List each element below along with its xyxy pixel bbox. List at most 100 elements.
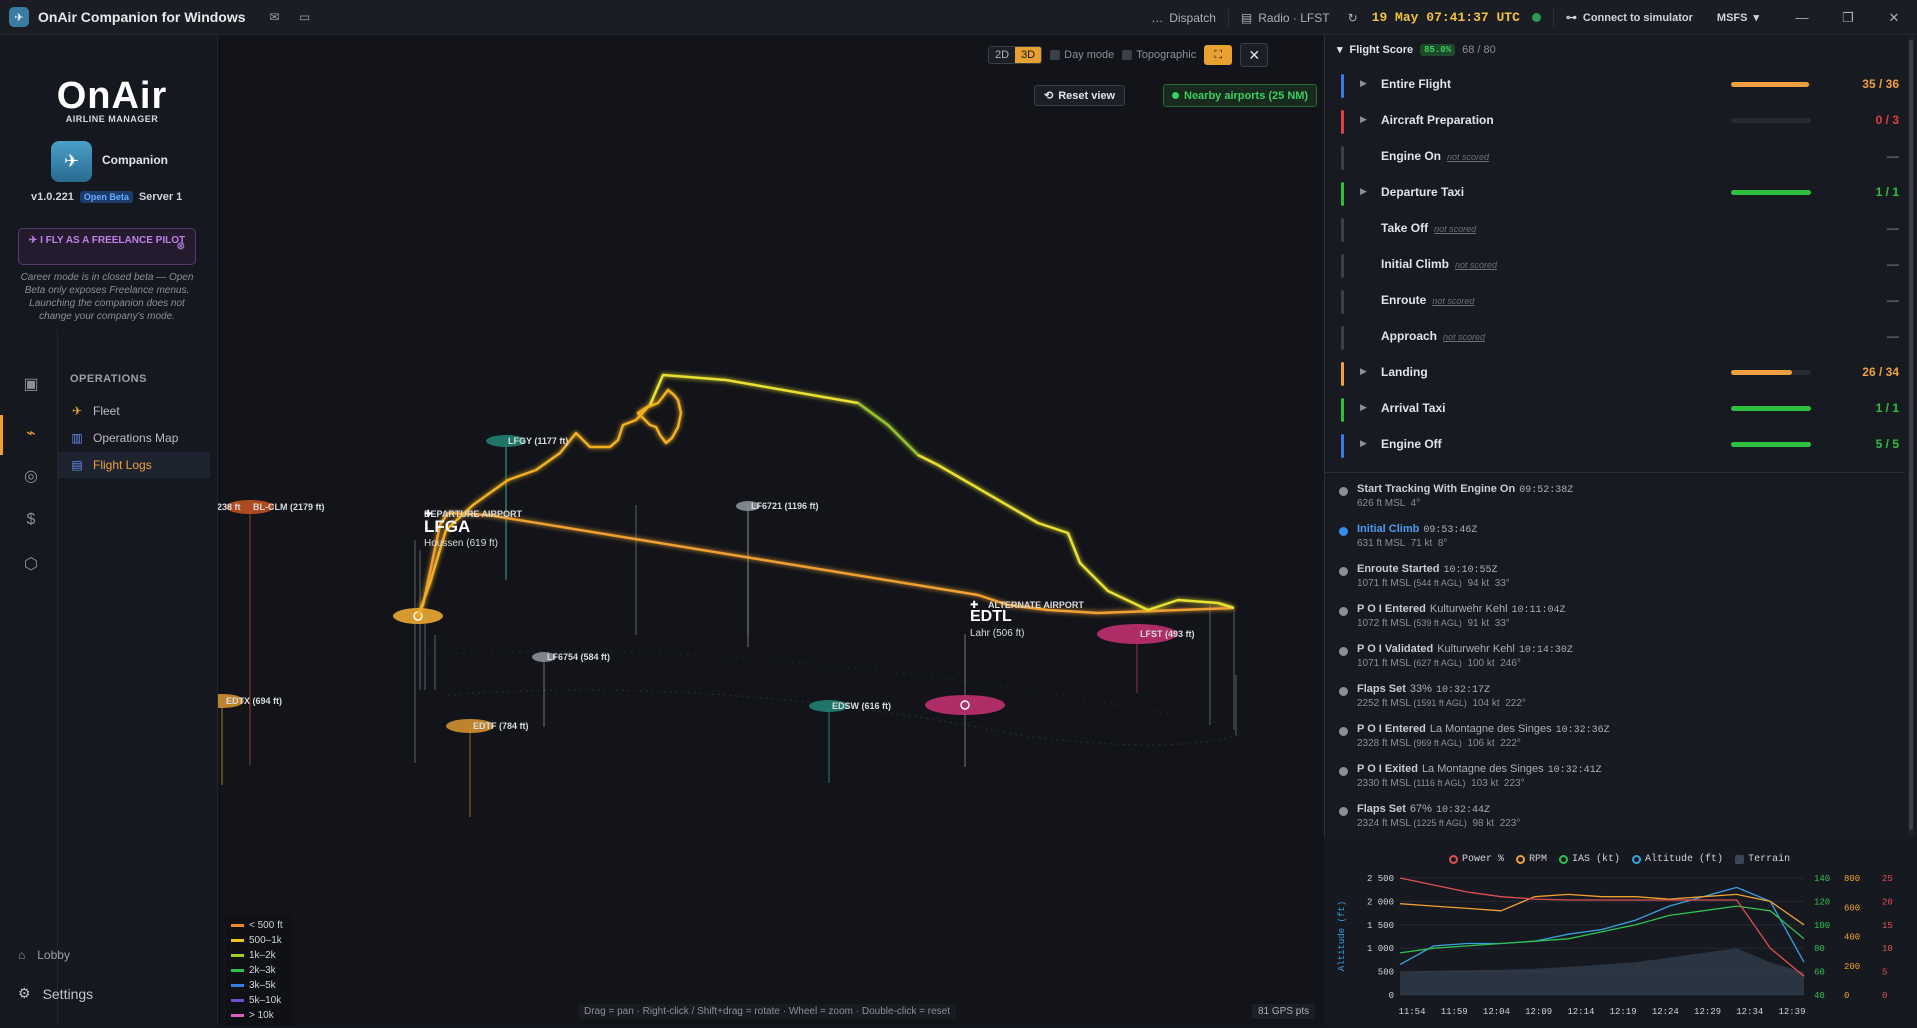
companion-icon: ✈ xyxy=(51,141,92,182)
score-value: — xyxy=(1887,257,1899,271)
event-agl: (1225 ft AGL) xyxy=(1413,818,1467,828)
refresh-icon[interactable]: ↻ xyxy=(1342,6,1364,30)
briefcase-icon[interactable]: ▣ xyxy=(20,373,42,395)
expand-icon[interactable]: ▶ xyxy=(1360,78,1367,89)
rotate-icon: ⟲ xyxy=(1044,90,1054,102)
lobby-link[interactable]: ⌂ Lobby xyxy=(18,948,70,962)
legend-item[interactable]: RPM xyxy=(1516,854,1547,865)
close-icon[interactable]: ⊗ xyxy=(177,241,185,252)
event-time: 10:32:17Z xyxy=(1435,685,1490,696)
legend-item[interactable]: Power % xyxy=(1449,854,1504,865)
freelance-button[interactable]: ✈ I FLY AS A FREELANCE PILOT ⊗ xyxy=(18,228,196,265)
topographic-checkbox[interactable]: Topographic xyxy=(1122,49,1196,61)
divider xyxy=(1325,472,1905,473)
rpm-tick-label: 200 xyxy=(1844,962,1860,972)
score-row-accent xyxy=(1341,326,1344,350)
dispatch-button[interactable]: … Dispatch xyxy=(1139,6,1228,30)
event-msl: 1071 ft MSL xyxy=(1357,658,1411,669)
simulator-select[interactable]: MSFS ▾ xyxy=(1705,6,1771,30)
airport-marker-edtl[interactable] xyxy=(925,695,1005,715)
score-row: Initial Climb not scored — xyxy=(1341,250,1899,280)
close-window-button[interactable]: ✕ xyxy=(1871,0,1917,35)
score-row[interactable]: ▶ Engine Off 5 / 5 xyxy=(1341,430,1899,460)
reset-view-button[interactable]: ⟲ Reset view xyxy=(1034,85,1126,106)
label-edtx: EDTX (694 ft) xyxy=(226,696,282,706)
legend-swatch xyxy=(1516,855,1526,864)
score-row[interactable]: ▶ Arrival Taxi 1 / 1 xyxy=(1341,394,1899,424)
legend-swatch xyxy=(1632,855,1642,864)
radio-button[interactable]: ▤ Radio · LFST xyxy=(1229,6,1342,30)
legend-item: 2k–3k xyxy=(231,963,287,978)
chart-plot[interactable]: 05001 0001 5002 0002 500Altitude (ft)406… xyxy=(1324,838,1917,1025)
score-row: Take Off not scored — xyxy=(1341,214,1899,244)
score-value: — xyxy=(1887,221,1899,235)
score-progress-track xyxy=(1731,370,1811,375)
legend-item[interactable]: Altitude (ft) xyxy=(1632,854,1723,865)
event-agl: (1591 ft AGL) xyxy=(1413,698,1467,708)
app-title: OnAir Companion for Windows xyxy=(38,9,246,25)
altitude-legend: < 500 ft 500–1k 1k–2k 2k–3k 3k–5k 5k–10k… xyxy=(226,915,292,1026)
event-metrics: 1072 ft MSL (539 ft AGL) 91 kt 33° xyxy=(1357,618,1510,629)
expand-icon[interactable]: ▶ xyxy=(1360,438,1367,449)
nav-item-flight-logs[interactable]: ▤ Flight Logs xyxy=(58,452,210,478)
flight-map-3d[interactable]: LFGY (1177 ft) BL-CLM (2179 ft) 2238 ft … xyxy=(218,35,1324,1025)
expand-icon[interactable]: ▶ xyxy=(1360,186,1367,197)
y-tick-label: 1 000 xyxy=(1367,944,1394,954)
score-row[interactable]: ▶ Aircraft Preparation 0 / 3 xyxy=(1341,106,1899,136)
day-mode-checkbox[interactable]: Day mode xyxy=(1050,49,1114,61)
globe-icon[interactable]: ◎ xyxy=(20,465,42,487)
score-value: — xyxy=(1887,293,1899,307)
legend-swatch xyxy=(231,939,244,942)
mail-icon[interactable]: ✉ xyxy=(264,6,286,28)
chat-icon[interactable]: ▭ xyxy=(294,6,316,28)
legend-item[interactable]: Terrain xyxy=(1735,854,1790,865)
rpm-tick-label: 0 xyxy=(1844,991,1849,1001)
minimize-button[interactable]: — xyxy=(1779,0,1825,35)
checkbox-icon xyxy=(1050,50,1061,60)
score-row[interactable]: ▶ Landing 26 / 34 xyxy=(1341,358,1899,388)
timeline-dot xyxy=(1339,647,1348,656)
legend-item: > 10k xyxy=(231,1008,287,1023)
timeline-dot xyxy=(1339,687,1348,696)
timeline-dot xyxy=(1339,487,1348,496)
event-metrics: 2330 ft MSL (1116 ft AGL) 103 kt 223° xyxy=(1357,778,1525,789)
close-map-button[interactable]: ✕ xyxy=(1240,43,1269,67)
score-row[interactable]: ▶ Departure Taxi 1 / 1 xyxy=(1341,178,1899,208)
event-metrics: 631 ft MSL 71 kt 8° xyxy=(1357,538,1447,549)
event-time: 10:14:30Z xyxy=(1518,645,1573,656)
nearby-airports-toggle[interactable]: Nearby airports (25 NM) xyxy=(1163,84,1318,107)
fullscreen-button[interactable]: ⛶ xyxy=(1204,45,1233,65)
map-canvas[interactable]: LFGY (1177 ft) BL-CLM (2179 ft) 2238 ft … xyxy=(218,35,1324,1025)
power-tick-label: 20 xyxy=(1882,897,1893,907)
mode-3d-button[interactable]: 3D xyxy=(1015,47,1042,63)
flight-path xyxy=(416,373,1235,617)
connect-simulator-button[interactable]: ⊶ Connect to simulator xyxy=(1554,6,1705,30)
nav-item-fleet[interactable]: ✈ Fleet xyxy=(58,398,210,424)
box-icon[interactable]: ⬡ xyxy=(20,553,42,575)
mode-2d-button[interactable]: 2D xyxy=(989,47,1016,63)
scrollbar-thumb[interactable] xyxy=(1909,40,1913,830)
timeline-dot xyxy=(1339,807,1348,816)
expand-icon[interactable]: ▶ xyxy=(1360,366,1367,377)
flight-score-header[interactable]: ▾ Flight Score 85.0% 68 / 80 xyxy=(1337,43,1496,56)
expand-icon[interactable]: ▶ xyxy=(1360,114,1367,125)
score-row-accent xyxy=(1341,182,1344,206)
power-tick-label: 0 xyxy=(1882,991,1887,1001)
legend-item[interactable]: IAS (kt) xyxy=(1559,854,1620,865)
event-msl: 631 ft MSL xyxy=(1357,538,1405,549)
expand-icon[interactable]: ▶ xyxy=(1360,402,1367,413)
event-time: 10:32:44Z xyxy=(1435,805,1490,816)
label-blclm: BL-CLM (2179 ft) xyxy=(253,502,325,512)
power-tick-label: 5 xyxy=(1882,968,1887,978)
series-terrain-area xyxy=(1400,948,1804,995)
score-row[interactable]: ▶ Entire Flight 35 / 36 xyxy=(1341,70,1899,100)
dollar-icon[interactable]: $ xyxy=(20,509,42,531)
score-value: 5 / 5 xyxy=(1875,437,1899,451)
event-detail: Kulturwehr Kehl xyxy=(1429,603,1508,615)
nav-item-operations-map[interactable]: ▥ Operations Map xyxy=(58,425,210,451)
legend-item: 1k–2k xyxy=(231,948,287,963)
activity-icon[interactable]: ⌁ xyxy=(20,422,42,444)
settings-link[interactable]: ⚙ Settings xyxy=(18,985,93,1002)
restore-button[interactable]: ❐ xyxy=(1825,0,1871,35)
event-title: P O I Exited xyxy=(1357,763,1418,775)
